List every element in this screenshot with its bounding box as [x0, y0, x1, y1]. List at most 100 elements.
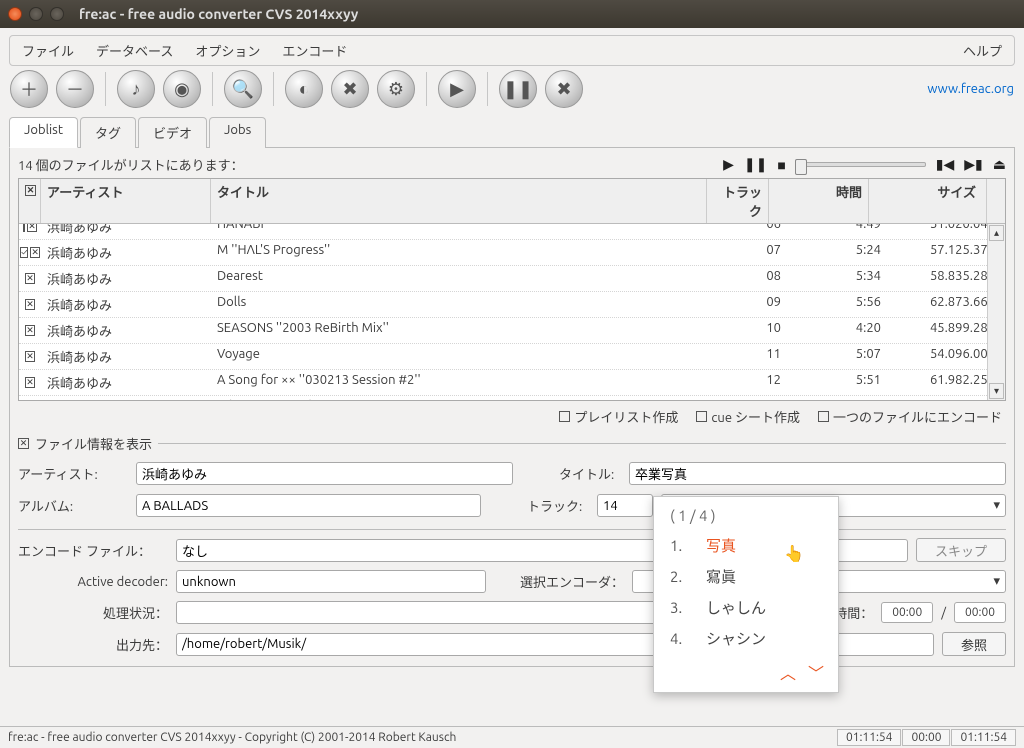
- table-body: 浜崎あゆみHANABI064:4951.020.040浜崎あゆみM ''HΛL'…: [19, 224, 1005, 400]
- decoder-label: Active decoder:: [18, 575, 168, 589]
- toolbar-stop-icon[interactable]: ✖: [545, 70, 583, 108]
- joblist-table: アーティスト タイトル トラック 時間 サイズ 浜崎あゆみHANABI064:4…: [18, 178, 1006, 401]
- output-label: 出力先：: [18, 635, 168, 654]
- header-artist[interactable]: アーティスト: [41, 179, 211, 223]
- table-header: アーティスト タイトル トラック 時間 サイズ: [19, 179, 1005, 224]
- tabs: Joblist タグ ビデオ Jobs: [9, 116, 1015, 148]
- skip-button[interactable]: スキップ: [916, 538, 1006, 562]
- table-row[interactable]: 浜崎あゆみDolls095:5662.873.664: [19, 292, 1005, 318]
- browse-button[interactable]: 参照: [942, 632, 1006, 656]
- table-row[interactable]: 浜崎あゆみA Song for ×× ''030213 Session #2''…: [19, 370, 1005, 396]
- track-label: トラック:: [527, 496, 589, 515]
- window-titlebar: fre:ac - free audio converter CVS 2014xx…: [0, 0, 1024, 28]
- ime-candidate-2[interactable]: 2.寫眞: [654, 561, 838, 592]
- media-controls: ▶ ❚❚ ■ ▮◀ ▶▮ ⏏: [723, 156, 1006, 173]
- ime-candidate-1[interactable]: 1.写真: [654, 530, 838, 561]
- scroll-up-icon[interactable]: ▴: [989, 225, 1004, 241]
- header-checkbox[interactable]: [19, 179, 41, 223]
- ime-next-icon[interactable]: ﹀: [808, 660, 824, 684]
- encode-file-label: エンコード ファイル：: [18, 541, 168, 560]
- window-maximize-button[interactable]: [50, 7, 64, 21]
- ime-candidate-4[interactable]: 4.シャシン: [654, 623, 838, 654]
- toolbar-separator: [426, 72, 427, 106]
- toolbar-website-link[interactable]: www.freac.org: [927, 82, 1014, 96]
- ime-candidate-3[interactable]: 3.しゃしん: [654, 592, 838, 623]
- menu-database[interactable]: データベース: [90, 39, 179, 62]
- status-time-1: 01:11:54: [837, 729, 902, 746]
- ime-candidate-popup: ( 1 / 4 ) 1.写真 2.寫眞 3.しゃしん 4.シャシン ︿ ﹀: [653, 496, 839, 693]
- menu-options[interactable]: オプション: [189, 39, 266, 62]
- album-field[interactable]: [136, 494, 481, 517]
- window-minimize-button[interactable]: [29, 7, 43, 21]
- toolbar-separator: [212, 72, 213, 106]
- menubar: ファイル データベース オプション エンコード ヘルプ: [9, 35, 1015, 66]
- scrollbar[interactable]: ▴ ▾: [987, 224, 1005, 400]
- encoder-label: 選択エンコーダ：: [520, 572, 624, 591]
- seek-slider[interactable]: [796, 162, 926, 167]
- window-close-button[interactable]: [8, 7, 22, 21]
- header-track[interactable]: トラック: [707, 179, 769, 223]
- stop-icon[interactable]: ■: [777, 157, 785, 173]
- opt-cuesheet[interactable]: cue シート作成: [696, 407, 800, 426]
- table-row[interactable]: 浜崎あゆみSEASONS ''2003 ReBirth Mix''104:204…: [19, 318, 1005, 344]
- table-row[interactable]: 浜崎あゆみVoyage115:0754.096.000: [19, 344, 1005, 370]
- scroll-down-icon[interactable]: ▾: [989, 383, 1004, 399]
- header-time[interactable]: 時間: [769, 179, 869, 223]
- chevron-down-icon: ▾: [993, 498, 1000, 513]
- artist-field[interactable]: [136, 462, 513, 485]
- time-elapsed: 00:00: [881, 602, 933, 623]
- status-time-3: 01:11:54: [951, 729, 1016, 746]
- opt-single-file[interactable]: 一つのファイルにエンコード: [818, 407, 1002, 426]
- prev-icon[interactable]: ▮◀: [936, 156, 954, 173]
- chevron-down-icon: ▾: [993, 574, 1000, 589]
- time-total: 00:00: [954, 602, 1006, 623]
- table-row[interactable]: 浜崎あゆみM ''HΛL'S Progress''075:2457.125.37…: [19, 240, 1005, 266]
- fileinfo-label: ファイル情報を表示: [35, 434, 152, 453]
- pause-icon[interactable]: ❚❚: [744, 156, 767, 173]
- statusbar-text: fre:ac - free audio converter CVS 2014xx…: [8, 731, 456, 744]
- tab-tag[interactable]: タグ: [80, 117, 136, 148]
- toolbar-clear-icon[interactable]: ✖: [331, 70, 369, 108]
- header-size[interactable]: サイズ: [869, 179, 987, 223]
- menu-encode[interactable]: エンコード: [276, 39, 353, 62]
- window-title: fre:ac - free audio converter CVS 2014xx…: [79, 6, 358, 22]
- toolbar-cd-icon[interactable]: ♪: [117, 70, 155, 108]
- table-row[interactable]: 浜崎あゆみHANABI064:4951.020.040: [19, 224, 1005, 240]
- toolbar-remove-icon[interactable]: －: [56, 70, 94, 108]
- toolbar-settings-icon[interactable]: ⚙: [377, 70, 415, 108]
- opt-playlist[interactable]: プレイリスト作成: [559, 407, 678, 426]
- toolbar-globe-icon[interactable]: ◐: [285, 70, 323, 108]
- header-title[interactable]: タイトル: [211, 179, 707, 223]
- tab-video[interactable]: ビデオ: [138, 117, 207, 148]
- title-label: タイトル:: [559, 464, 621, 483]
- divider: [18, 529, 1006, 530]
- title-field[interactable]: [629, 462, 1006, 485]
- toolbar-pause-icon[interactable]: ❚❚: [499, 70, 537, 108]
- tab-panel-joblist: 14 個のファイルがリストにあります： ▶ ❚❚ ■ ▮◀ ▶▮ ⏏ アーティス…: [9, 148, 1015, 667]
- decoder-field[interactable]: [176, 570, 486, 593]
- table-row[interactable]: 浜崎あゆみWho... ''Across the Universe''135:3…: [19, 396, 1005, 400]
- time-label: 時間：: [834, 603, 873, 622]
- table-row[interactable]: 浜崎あゆみDearest085:3458.835.280: [19, 266, 1005, 292]
- menu-help[interactable]: ヘルプ: [957, 39, 1008, 62]
- toolbar-add-files-icon[interactable]: ＋: [10, 70, 48, 108]
- progress-label: 処理状況：: [18, 603, 168, 622]
- play-icon[interactable]: ▶: [723, 156, 734, 173]
- tab-joblist[interactable]: Joblist: [9, 117, 78, 148]
- menu-file[interactable]: ファイル: [16, 39, 80, 62]
- ime-prev-icon[interactable]: ︿: [780, 660, 796, 684]
- eject-icon[interactable]: ⏏: [993, 156, 1006, 173]
- next-icon[interactable]: ▶▮: [964, 156, 982, 173]
- artist-label: アーティスト:: [18, 464, 128, 483]
- toolbar-separator: [487, 72, 488, 106]
- fileinfo-toggle[interactable]: [18, 438, 29, 449]
- toolbar-cddb-icon[interactable]: ◉: [163, 70, 201, 108]
- track-field[interactable]: [597, 494, 653, 517]
- output-options: プレイリスト作成 cue シート作成 一つのファイルにエンコード: [18, 401, 1006, 432]
- ime-counter: ( 1 / 4 ): [654, 505, 838, 530]
- status-time-2: 00:00: [902, 729, 950, 746]
- tab-jobs[interactable]: Jobs: [209, 117, 266, 148]
- joblist-status: 14 個のファイルがリストにあります：: [18, 155, 244, 174]
- toolbar-play-icon[interactable]: ▶: [438, 70, 476, 108]
- toolbar-search-icon[interactable]: 🔍: [224, 70, 262, 108]
